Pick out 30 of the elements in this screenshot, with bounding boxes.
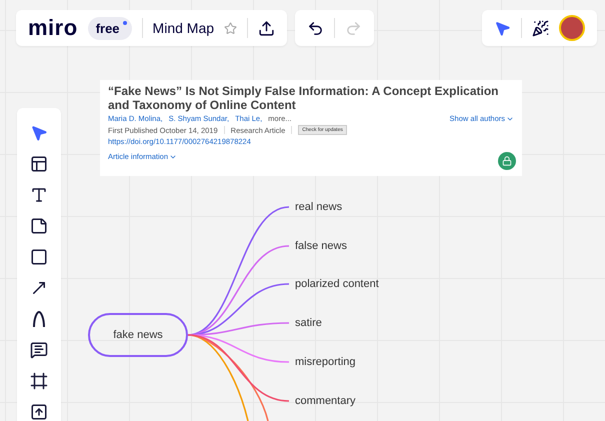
frame-icon: [30, 372, 48, 390]
upload-icon: [30, 403, 48, 421]
branch-label[interactable]: real news: [295, 201, 342, 213]
star-button[interactable]: [224, 22, 238, 34]
sticky-note-icon: [30, 217, 48, 235]
branch-label[interactable]: commentary: [295, 395, 356, 407]
tool-button[interactable]: [28, 370, 50, 392]
branch-label[interactable]: misreporting: [295, 356, 356, 368]
branch-label[interactable]: polarized content: [295, 278, 379, 290]
dot-icon: [122, 20, 127, 24]
arrow-icon: [30, 279, 48, 297]
comment-icon: [30, 341, 48, 359]
root-node[interactable]: fake news: [88, 313, 188, 357]
upload-button[interactable]: [258, 20, 276, 36]
text-icon: [30, 186, 48, 204]
article-title: “Fake News” Is Not Simply False Information: A Concept Explication and Taxonomy of Online Content: [108, 84, 500, 112]
square-icon: [30, 248, 48, 266]
logo: miro: [28, 15, 78, 41]
plan-badge: free: [88, 16, 132, 40]
branch-label[interactable]: false news: [295, 240, 347, 252]
lock-icon: [498, 152, 516, 170]
board-title[interactable]: Mind Map: [152, 20, 214, 36]
avatar[interactable]: [559, 15, 585, 41]
party-popper-button[interactable]: [532, 20, 549, 36]
branch-label[interactable]: satire: [295, 317, 322, 329]
cursor-button[interactable]: [494, 20, 511, 36]
pen-icon: [30, 310, 48, 328]
undo-button[interactable]: [307, 20, 324, 36]
template-icon: [30, 155, 48, 173]
cursor-icon: [30, 124, 48, 142]
